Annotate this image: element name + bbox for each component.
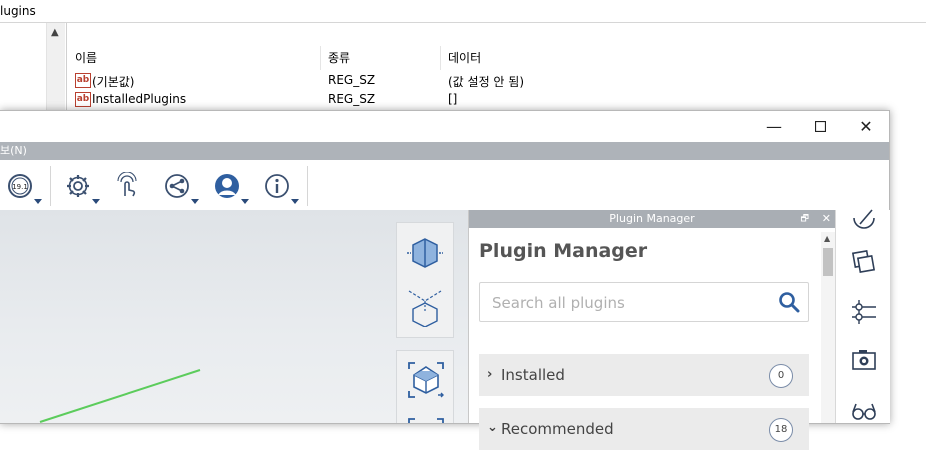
column-divider[interactable] [320,46,321,70]
camera-icon [852,350,876,370]
dropdown-arrow-icon[interactable] [241,199,249,204]
value-name: InstalledPlugins [92,92,187,106]
layers-icon [851,249,876,274]
dropdown-arrow-icon[interactable] [291,199,299,204]
minimize-button[interactable]: — [751,111,797,142]
chevron-down-icon: ⌄ [487,420,498,435]
plugin-manager-panel: Plugin Manager 🗗 ✕ Plugin Manager › Inst… [468,210,835,450]
version-button[interactable]: 19.1 [6,172,42,204]
dropdown-arrow-icon[interactable] [191,199,199,204]
page-title: Plugin Manager [479,240,648,262]
home-view-icon[interactable] [405,359,447,401]
app-window: — ✕ 보(N) 19.1 Plugin Manager 🗗 ✕ Plugin … [0,110,890,450]
tree-scrollbar[interactable]: ▲ [46,23,65,123]
section-installed[interactable]: › Installed 0 [479,354,809,396]
version-badge-icon: 19.1 [8,174,32,198]
float-panel-icon[interactable]: 🗗 [801,210,809,228]
value-type: REG_SZ [328,92,376,106]
maximize-icon [814,121,826,132]
sketch-icon [853,209,875,229]
3d-viewport[interactable] [0,210,468,423]
settings-icon [67,175,89,197]
string-value-icon: ab [75,92,91,107]
camera-button[interactable] [850,346,878,374]
chevron-right-icon: › [487,367,493,382]
search-box[interactable] [479,282,809,322]
column-header-data[interactable]: 데이터 [448,48,481,68]
panel-title: Plugin Manager [609,212,695,225]
dropdown-arrow-icon[interactable] [34,199,42,204]
section-box-icon[interactable] [405,233,445,273]
toolbar-divider [50,166,51,206]
sketch-button[interactable] [850,204,878,232]
section-plane-icon[interactable] [405,285,445,327]
count-badge: 0 [769,364,793,388]
address-text: lugins [0,4,36,18]
address-bar[interactable]: lugins [0,0,926,23]
value-data: (값 설정 안 됨) [448,75,525,89]
align-button[interactable] [850,298,878,326]
section-label: Installed [501,366,565,384]
version-badge-text: 19.1 [12,183,28,191]
column-divider[interactable] [440,46,441,70]
section-recommended[interactable]: ⌄ Recommended 18 [479,408,809,450]
title-bar[interactable]: — ✕ [0,111,889,142]
align-icon [852,300,876,324]
column-header-type[interactable]: 종류 [328,48,350,68]
column-header-name[interactable]: 이름 [75,48,97,68]
dropdown-arrow-icon[interactable] [92,199,100,204]
view-tools-panel [396,222,454,338]
close-button[interactable]: ✕ [843,111,889,142]
registry-values-pane: 이름 종류 데이터 ab (기본값) REG_SZ (값 설정 안 됨) ab … [66,23,926,123]
touch-hand-icon [117,171,137,197]
toolbar-divider [307,166,308,206]
value-data: [] [448,92,458,106]
settings-button[interactable] [64,172,100,204]
right-tool-strip [835,209,890,424]
value-name: (기본값) [92,75,135,89]
glasses-icon [852,403,876,420]
toolbar: 19.1 [0,160,889,211]
account-icon [215,174,239,198]
menu-item-partial[interactable]: 보(N) [0,142,27,160]
maximize-button[interactable] [797,111,843,142]
search-icon[interactable] [778,291,800,313]
touch-button[interactable] [113,171,143,202]
info-button[interactable] [263,172,299,204]
info-icon [265,174,289,198]
home-view-panel [396,350,454,423]
scroll-up-icon[interactable]: ▲ [824,234,830,243]
share-icon [165,174,189,198]
layers-button[interactable] [850,248,878,276]
search-input[interactable] [490,291,764,315]
string-value-icon: ab [75,73,91,88]
panel-header[interactable]: Plugin Manager 🗗 ✕ [469,210,835,228]
close-panel-icon[interactable]: ✕ [822,210,831,228]
value-type: REG_SZ [328,73,376,87]
section-label: Recommended [501,420,614,438]
scrollbar-thumb[interactable] [823,248,833,276]
share-button[interactable] [163,172,199,204]
scroll-up-icon[interactable]: ▲ [51,27,59,38]
menu-bar: 보(N) [0,142,889,160]
glasses-button[interactable] [850,396,878,424]
account-button[interactable] [213,172,249,204]
